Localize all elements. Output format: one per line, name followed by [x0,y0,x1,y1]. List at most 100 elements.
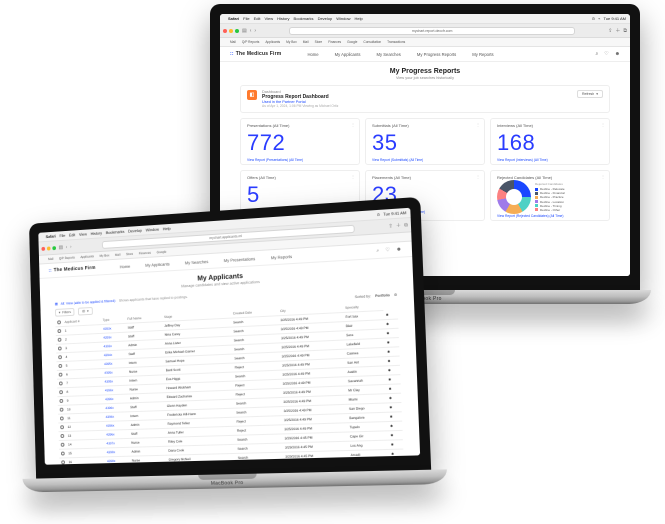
brand-logo[interactable]: The Medicus Firm [230,51,281,57]
metric-link[interactable]: View Report (Presentations) (All Time) [247,158,353,162]
share-icon[interactable]: ⇪ [388,223,393,229]
row-checkbox[interactable] [60,433,64,437]
newtab-icon[interactable]: ＋ [615,27,620,34]
bookmark-item[interactable]: Mail [48,257,53,261]
menu-item[interactable]: History [90,230,102,236]
minimize-icon[interactable] [47,246,51,250]
zoom-icon[interactable] [52,246,56,250]
menu-item[interactable]: View [79,232,87,237]
menu-item[interactable]: Edit [69,232,75,237]
notifications-icon[interactable]: ♡ [604,51,608,57]
window-controls[interactable] [223,29,239,33]
settings-icon[interactable]: ⚙ [394,293,397,297]
card-menu-icon[interactable]: ⋮ [476,122,480,127]
back-icon[interactable]: ‹ [250,28,252,34]
forward-icon[interactable]: › [254,28,256,34]
brand-logo[interactable]: The Medicus Firm [48,265,95,274]
row-checkbox[interactable] [60,407,64,411]
nav-home[interactable]: Home [120,263,131,269]
filters-button[interactable]: ▾ Filters [55,308,75,317]
share-icon[interactable]: ⇪ [608,28,612,34]
row-checkbox[interactable] [59,381,63,385]
menu-item[interactable]: Window [336,16,350,21]
search-icon[interactable]: ⌕ [595,51,598,57]
avatar-icon[interactable]: ☻ [396,246,402,252]
card-menu-icon[interactable]: ⋮ [351,174,355,179]
newtab-icon[interactable]: ＋ [396,222,401,229]
avatar-icon[interactable]: ☻ [615,51,620,57]
menu-item[interactable]: Edit [254,16,261,21]
bookmark-item[interactable]: Finances [328,40,341,44]
nav-home[interactable]: Home [307,52,318,57]
search-icon[interactable]: ⌕ [376,248,379,254]
menu-item[interactable]: Develop [318,16,333,21]
bookmark-item[interactable]: My Box [99,253,109,258]
nav-searches[interactable]: My Searches [185,259,209,265]
menu-item[interactable]: File [59,233,65,238]
nav-searches[interactable]: My Searches [376,52,400,57]
tabs-icon[interactable]: ⧉ [623,28,627,34]
menu-item[interactable]: File [243,16,249,21]
menu-item[interactable]: Bookmarks [106,229,125,235]
menu-item[interactable]: Bookmarks [294,16,314,21]
row-checkbox[interactable] [61,451,65,455]
row-checkbox[interactable] [59,390,63,394]
row-checkbox[interactable] [58,346,62,350]
menu-item[interactable]: Help [163,226,171,231]
row-checkbox[interactable] [61,442,65,446]
close-icon[interactable] [223,29,227,33]
card-menu-icon[interactable]: ⋮ [601,122,605,127]
tabs-icon[interactable]: ⧉ [404,222,408,228]
row-checkbox[interactable] [60,416,64,420]
zoom-icon[interactable] [235,29,239,33]
row-checkbox[interactable] [58,355,62,359]
bookmark-item[interactable]: Mail [303,40,309,44]
back-icon[interactable]: ‹ [66,244,68,250]
bookmark-item[interactable]: Finances [139,251,151,256]
metric-link[interactable]: View Report (Rejected Candidates) (All T… [497,214,603,218]
menu-item[interactable]: Window [146,227,160,233]
row-checkbox[interactable] [61,460,65,464]
menu-item[interactable]: Develop [128,228,142,234]
bookmark-item[interactable]: Q/P Reports [59,256,75,261]
nav-progress[interactable]: My Progress Reports [417,52,456,57]
bookmark-item[interactable]: Applicants [265,40,280,44]
nav-reports[interactable]: My Reports [472,52,493,57]
card-menu-icon[interactable]: ⋮ [351,122,355,127]
bookmark-item[interactable]: Mail [230,40,236,44]
bookmark-item[interactable]: Transactions [387,40,405,44]
row-checkbox[interactable] [57,329,61,333]
sidebar-icon[interactable]: ▤ [59,244,63,250]
bookmark-item[interactable]: Applicants [80,254,94,259]
address-bar[interactable]: mychart.report.deccfr.com [289,27,575,35]
bookmark-item[interactable]: Google [157,250,167,255]
sidebar-icon[interactable]: ▤ [242,28,247,34]
bookmark-item[interactable]: Store [126,252,133,256]
bookmark-item[interactable]: Q/P Reports [242,40,259,44]
row-checkbox[interactable] [60,425,64,429]
bookmark-item[interactable]: Google [347,40,357,44]
window-controls[interactable] [41,246,56,251]
row-checkbox[interactable] [58,363,62,367]
card-menu-icon[interactable]: ⋮ [601,174,605,179]
bookmark-item[interactable]: Consultation [363,40,381,44]
close-icon[interactable] [41,246,45,250]
notifications-icon[interactable]: ♡ [385,247,390,253]
menu-item[interactable]: History [277,16,289,21]
minimize-icon[interactable] [229,29,233,33]
bookmark-item[interactable]: My Box [286,40,297,44]
forward-icon[interactable]: › [70,244,72,250]
nav-applicants[interactable]: My Applicants [335,52,361,57]
sort-value[interactable]: Portfolio [375,293,390,298]
menu-item[interactable]: Help [354,16,362,21]
nav-applicants[interactable]: My Applicants [145,261,170,267]
nav-presentations[interactable]: My Presentations [224,256,256,263]
row-checkbox[interactable] [59,372,63,376]
menu-item[interactable]: View [264,16,273,21]
select-all-checkbox[interactable] [57,320,61,324]
row-checkbox[interactable] [58,337,62,341]
card-menu-icon[interactable]: ⋮ [476,174,480,179]
nav-reports[interactable]: My Reports [271,253,292,259]
metric-link[interactable]: View Report (Interviews) (All Time) [497,158,603,162]
bookmark-item[interactable]: Mail [115,253,121,257]
